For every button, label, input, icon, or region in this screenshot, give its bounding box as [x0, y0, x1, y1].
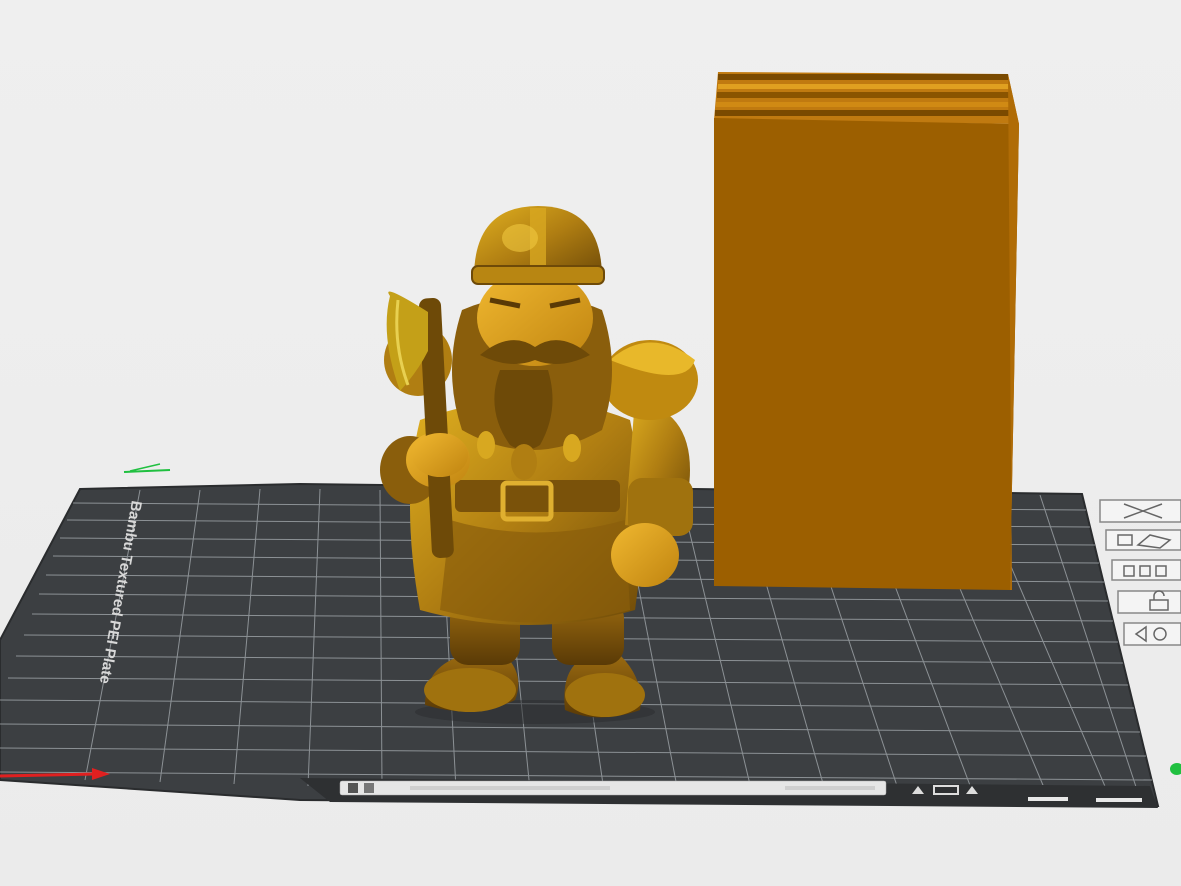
- z-axis-dot: [1170, 763, 1181, 775]
- auto-orient-icon[interactable]: [1105, 529, 1181, 551]
- plate-name-field[interactable]: [410, 786, 610, 790]
- scene-canvas[interactable]: Bambu Textured PEI Plate: [0, 0, 1181, 886]
- close-icon[interactable]: [1099, 499, 1181, 523]
- 3d-viewport[interactable]: Bambu Textured PEI Plate: [0, 0, 1181, 886]
- wipe-tower[interactable]: [714, 72, 1019, 590]
- settings-icon[interactable]: [1123, 622, 1181, 646]
- plate-info-field: [785, 786, 875, 790]
- arrange-icon[interactable]: [1111, 559, 1181, 581]
- x-axis-line: [0, 772, 97, 778]
- object-list-icon[interactable]: [364, 783, 374, 793]
- grid-select-icon[interactable]: [348, 783, 358, 793]
- lock-icon[interactable]: [1117, 590, 1181, 614]
